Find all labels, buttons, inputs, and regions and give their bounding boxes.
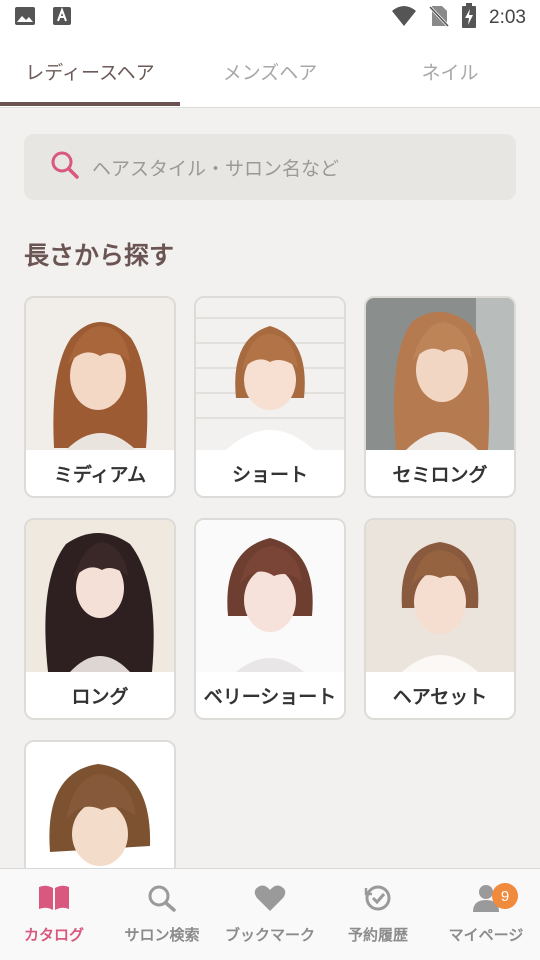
style-label: ミディアム [53, 463, 147, 486]
style-card-semi-long[interactable]: セミロング [364, 296, 516, 498]
style-photo [196, 298, 344, 450]
nav-label: カタログ [23, 926, 84, 944]
style-photo [26, 520, 174, 672]
history-icon [363, 884, 393, 916]
section-title: 長さから探す [24, 241, 175, 270]
nav-label: ブックマーク [224, 926, 315, 944]
nav-reservation-history[interactable]: 予約履歴 [324, 869, 432, 960]
style-label: ベリーショート [203, 685, 337, 708]
style-card-hair-set[interactable]: ヘアセット [364, 518, 516, 720]
search-placeholder: ヘアスタイル・サロン名など [92, 157, 340, 180]
style-label: ショート [231, 463, 308, 486]
status-bar: 2:03 [0, 0, 540, 36]
app-screen: 2:03 レディースヘア メンズヘア ネイル ヘアスタイル・サロン名など 長さか… [0, 0, 540, 960]
active-tab-indicator [0, 102, 180, 106]
nav-label: サロン検索 [124, 926, 200, 944]
nav-my-page[interactable]: マイページ 9 [432, 869, 540, 960]
wifi-icon [391, 5, 417, 31]
style-label: セミロング [392, 463, 488, 486]
text-notification-icon [52, 5, 72, 31]
style-label: ヘアセット [392, 685, 488, 708]
style-photo [196, 520, 344, 672]
notification-badge: 9 [492, 883, 518, 909]
clock: 2:03 [489, 7, 526, 28]
nav-label: 予約履歴 [347, 926, 408, 944]
search-input[interactable]: ヘアスタイル・サロン名など [24, 134, 516, 200]
battery-charging-icon [461, 3, 477, 33]
search-icon [50, 150, 80, 184]
nav-bookmark[interactable]: ブックマーク [216, 869, 324, 960]
tab-nail[interactable]: ネイル [360, 36, 540, 107]
tab-ladies-hair[interactable]: レディースヘア [0, 36, 180, 107]
style-card-medium[interactable]: ミディアム [24, 296, 176, 498]
style-card-long[interactable]: ロング [24, 518, 176, 720]
tab-mens-hair[interactable]: メンズヘア [180, 36, 360, 107]
image-notification-icon [14, 5, 36, 31]
style-photo [26, 298, 174, 450]
hair-length-grid: ミディアム ショート セミロング ロング ベリーショート ヘアセット [24, 296, 516, 942]
style-photo [366, 298, 514, 450]
style-label: ロング [71, 685, 129, 708]
search-icon [147, 884, 177, 916]
style-card-short[interactable]: ショート [194, 296, 346, 498]
book-icon [37, 884, 71, 916]
style-card-very-short[interactable]: ベリーショート [194, 518, 346, 720]
category-tabs: レディースヘア メンズヘア ネイル [0, 36, 540, 108]
nav-salon-search[interactable]: サロン検索 [108, 869, 216, 960]
style-photo [366, 520, 514, 672]
heart-icon [254, 884, 286, 916]
no-sim-icon [428, 4, 450, 32]
nav-catalog[interactable]: カタログ [0, 869, 108, 960]
bottom-navigation: カタログ サロン検索 ブックマーク 予約履歴 マイページ 9 [0, 868, 540, 960]
nav-label: マイページ [448, 926, 524, 944]
